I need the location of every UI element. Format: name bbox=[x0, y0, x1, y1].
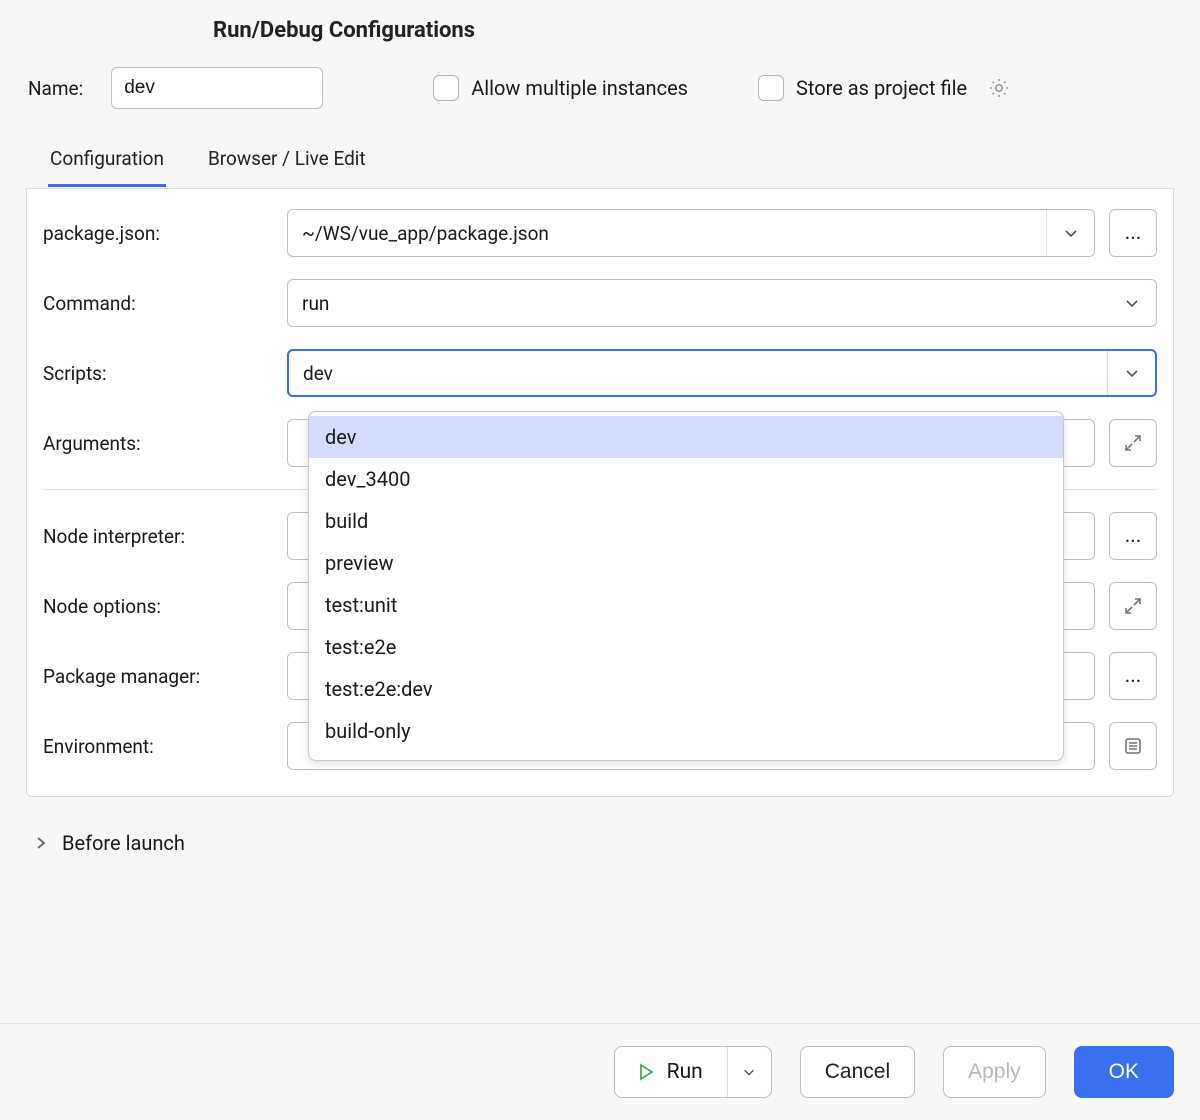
dropdown-item[interactable]: dev bbox=[309, 416, 1063, 458]
scripts-label: Scripts: bbox=[43, 362, 287, 385]
ok-button[interactable]: OK bbox=[1074, 1046, 1174, 1098]
allow-multiple-label: Allow multiple instances bbox=[471, 76, 688, 100]
name-input[interactable] bbox=[111, 67, 323, 109]
list-icon bbox=[1123, 736, 1143, 756]
store-checkbox-row[interactable]: Store as project file bbox=[758, 75, 967, 101]
dropdown-item[interactable]: test:unit bbox=[309, 584, 1063, 626]
chevron-down-icon bbox=[1124, 295, 1140, 311]
command-label: Command: bbox=[43, 292, 287, 315]
package-json-value: ~/WS/vue_app/package.json bbox=[288, 210, 1046, 256]
play-icon bbox=[637, 1063, 655, 1081]
tab-configuration[interactable]: Configuration bbox=[48, 137, 166, 187]
expand-icon bbox=[1123, 596, 1143, 616]
scripts-dropdown-button[interactable] bbox=[1107, 351, 1155, 395]
dropdown-item[interactable]: build bbox=[309, 500, 1063, 542]
chevron-down-icon bbox=[742, 1065, 756, 1079]
dropdown-item[interactable]: dev_3400 bbox=[309, 458, 1063, 500]
scripts-value: dev bbox=[289, 351, 1107, 395]
dialog-title: Run/Debug Configurations bbox=[0, 0, 1200, 57]
apply-button[interactable]: Apply bbox=[943, 1046, 1046, 1098]
before-launch-label: Before launch bbox=[62, 831, 185, 855]
package-json-browse-button[interactable]: ... bbox=[1109, 209, 1157, 257]
node-options-expand-button[interactable] bbox=[1109, 582, 1157, 630]
arguments-expand-button[interactable] bbox=[1109, 419, 1157, 467]
chevron-right-icon bbox=[34, 836, 48, 850]
package-json-label: package.json: bbox=[43, 222, 287, 245]
before-launch-section[interactable]: Before launch bbox=[0, 797, 1200, 871]
chevron-down-icon bbox=[1063, 225, 1079, 241]
run-label: Run bbox=[667, 1060, 703, 1084]
cancel-button[interactable]: Cancel bbox=[800, 1046, 915, 1098]
environment-list-button[interactable] bbox=[1109, 722, 1157, 770]
dropdown-item[interactable]: build-only bbox=[309, 710, 1063, 752]
command-dropdown-button[interactable] bbox=[1108, 280, 1156, 326]
arguments-label: Arguments: bbox=[43, 432, 287, 455]
name-label: Name: bbox=[28, 77, 83, 100]
dropdown-item[interactable]: test:e2e bbox=[309, 626, 1063, 668]
node-options-label: Node options: bbox=[43, 595, 287, 618]
tab-browser-live-edit[interactable]: Browser / Live Edit bbox=[206, 137, 368, 187]
run-dropdown[interactable] bbox=[727, 1047, 771, 1097]
package-json-dropdown-button[interactable] bbox=[1046, 210, 1094, 256]
allow-multiple-checkbox[interactable] bbox=[433, 75, 459, 101]
chevron-down-icon bbox=[1124, 365, 1140, 381]
store-label: Store as project file bbox=[796, 76, 967, 100]
package-manager-label: Package manager: bbox=[43, 665, 287, 688]
scripts-combo[interactable]: dev bbox=[287, 349, 1157, 397]
expand-icon bbox=[1123, 433, 1143, 453]
node-interpreter-label: Node interpreter: bbox=[43, 525, 287, 548]
run-button[interactable]: Run bbox=[614, 1046, 772, 1098]
dropdown-item[interactable]: test:e2e:dev bbox=[309, 668, 1063, 710]
package-manager-browse-button[interactable]: ... bbox=[1109, 652, 1157, 700]
node-interpreter-browse-button[interactable]: ... bbox=[1109, 512, 1157, 560]
package-json-combo[interactable]: ~/WS/vue_app/package.json bbox=[287, 209, 1095, 257]
command-combo[interactable]: run bbox=[287, 279, 1157, 327]
dropdown-item[interactable]: preview bbox=[309, 542, 1063, 584]
command-value: run bbox=[288, 280, 1108, 326]
scripts-dropdown[interactable]: dev dev_3400 build preview test:unit tes… bbox=[308, 411, 1064, 761]
allow-multiple-checkbox-row[interactable]: Allow multiple instances bbox=[433, 75, 688, 101]
gear-icon[interactable] bbox=[987, 76, 1011, 100]
store-checkbox[interactable] bbox=[758, 75, 784, 101]
environment-label: Environment: bbox=[43, 735, 287, 758]
